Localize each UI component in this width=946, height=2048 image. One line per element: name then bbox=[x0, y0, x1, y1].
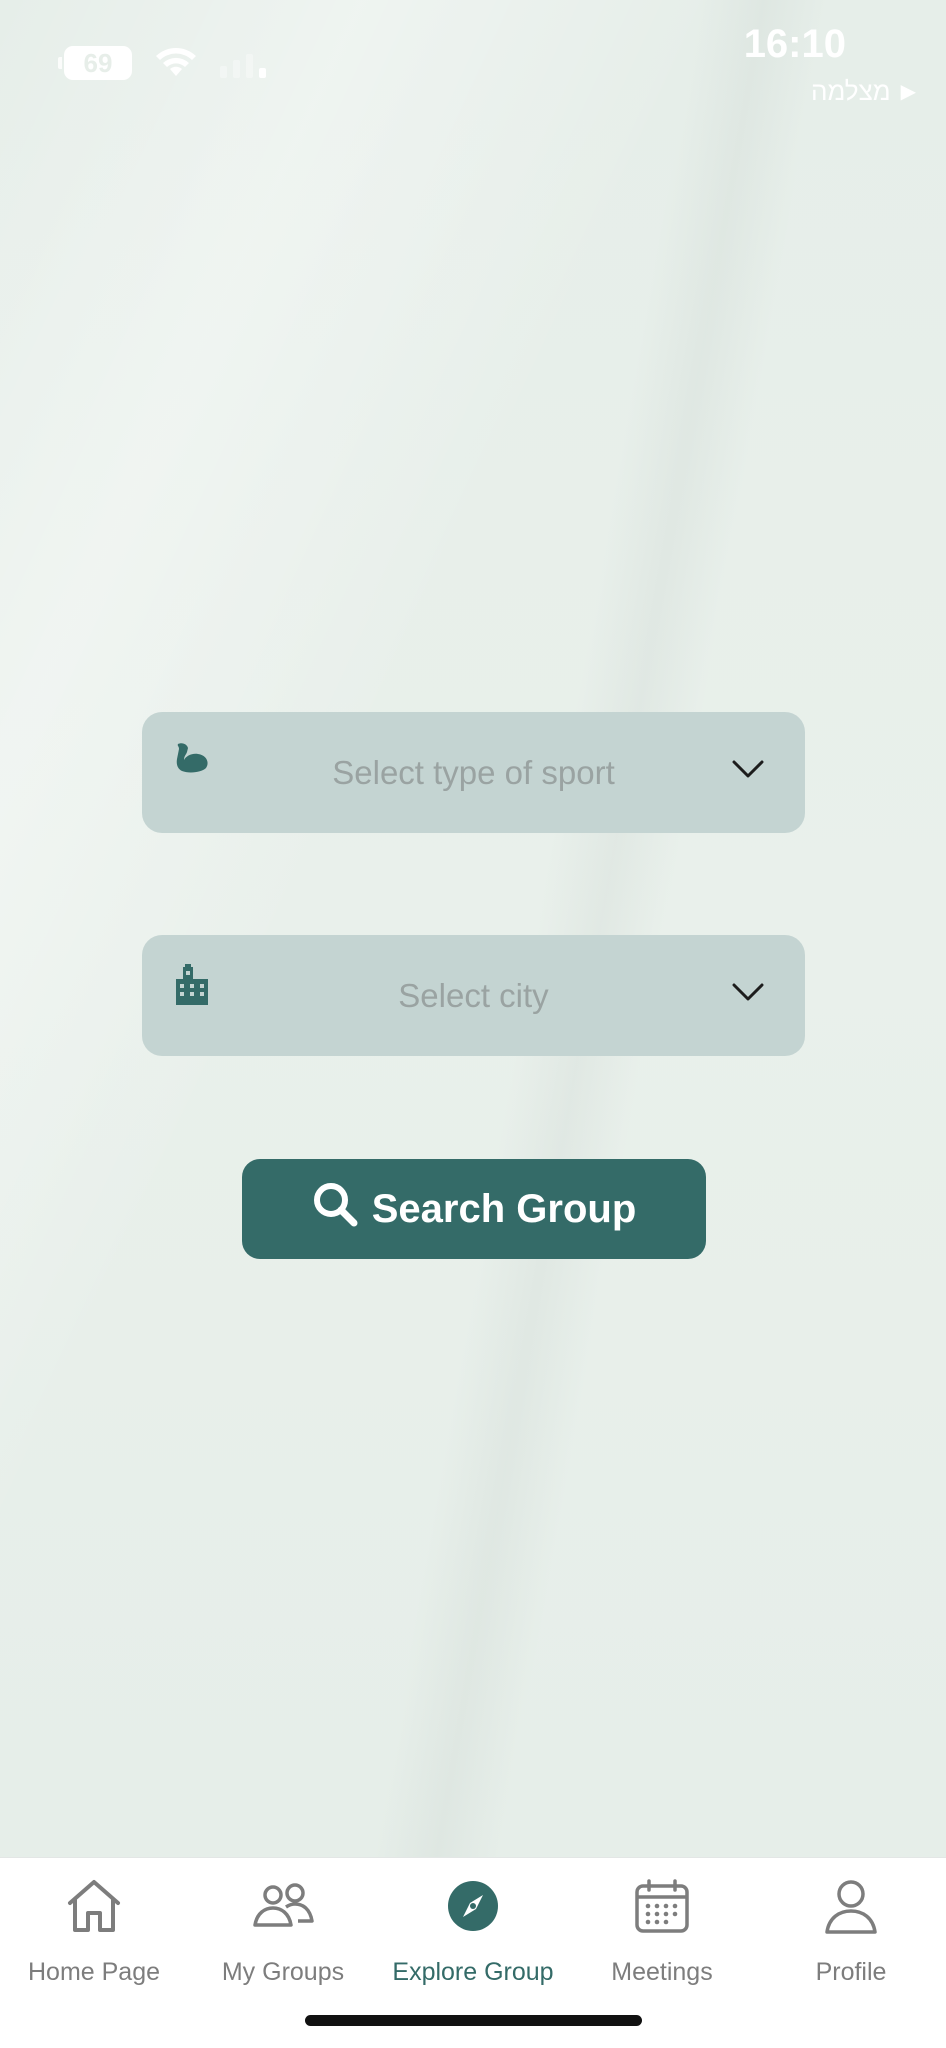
battery-level: 69 bbox=[83, 47, 113, 78]
tab-meetings[interactable]: Meetings bbox=[567, 1872, 757, 1987]
status-time: 16:10 bbox=[743, 22, 846, 66]
sport-placeholder: Select type of sport bbox=[332, 754, 615, 791]
home-icon bbox=[64, 1872, 124, 1940]
tab-label: My Groups bbox=[221, 1958, 345, 1986]
profile-icon bbox=[823, 1872, 879, 1940]
city-dropdown[interactable]: Select city bbox=[142, 935, 805, 1056]
compass-icon bbox=[447, 1872, 499, 1940]
tab-profile[interactable]: Profile bbox=[756, 1872, 946, 1987]
tab-label: Explore Group bbox=[392, 1958, 554, 1986]
sport-type-dropdown[interactable]: Select type of sport bbox=[142, 712, 805, 833]
tab-my-groups[interactable]: My Groups bbox=[188, 1872, 378, 1987]
signal-icon bbox=[220, 48, 266, 78]
back-to-app-link[interactable]: מצלמה ▶ bbox=[811, 76, 916, 107]
battery-icon: 69 bbox=[58, 46, 132, 80]
tab-label: Meetings bbox=[611, 1958, 713, 1986]
search-icon bbox=[312, 1181, 358, 1237]
chevron-down-icon bbox=[731, 758, 765, 785]
calendar-icon bbox=[634, 1872, 690, 1940]
search-group-button[interactable]: Search Group bbox=[242, 1159, 706, 1259]
groups-icon bbox=[252, 1872, 314, 1940]
city-placeholder: Select city bbox=[398, 977, 549, 1014]
background bbox=[0, 0, 946, 1857]
search-button-label: Search Group bbox=[371, 1186, 637, 1231]
tab-home-page[interactable]: Home Page bbox=[0, 1872, 189, 1987]
play-icon: ▶ bbox=[900, 81, 916, 103]
chevron-down-icon bbox=[731, 981, 765, 1008]
back-app-label: מצלמה bbox=[810, 76, 891, 106]
tab-label: Home Page bbox=[27, 1958, 161, 1986]
status-bar-left: 69 bbox=[58, 46, 266, 80]
home-indicator[interactable] bbox=[305, 2015, 642, 2026]
tab-explore-group[interactable]: Explore Group bbox=[378, 1872, 568, 1987]
tab-label: Profile bbox=[815, 1958, 887, 1986]
wifi-icon bbox=[154, 46, 198, 80]
